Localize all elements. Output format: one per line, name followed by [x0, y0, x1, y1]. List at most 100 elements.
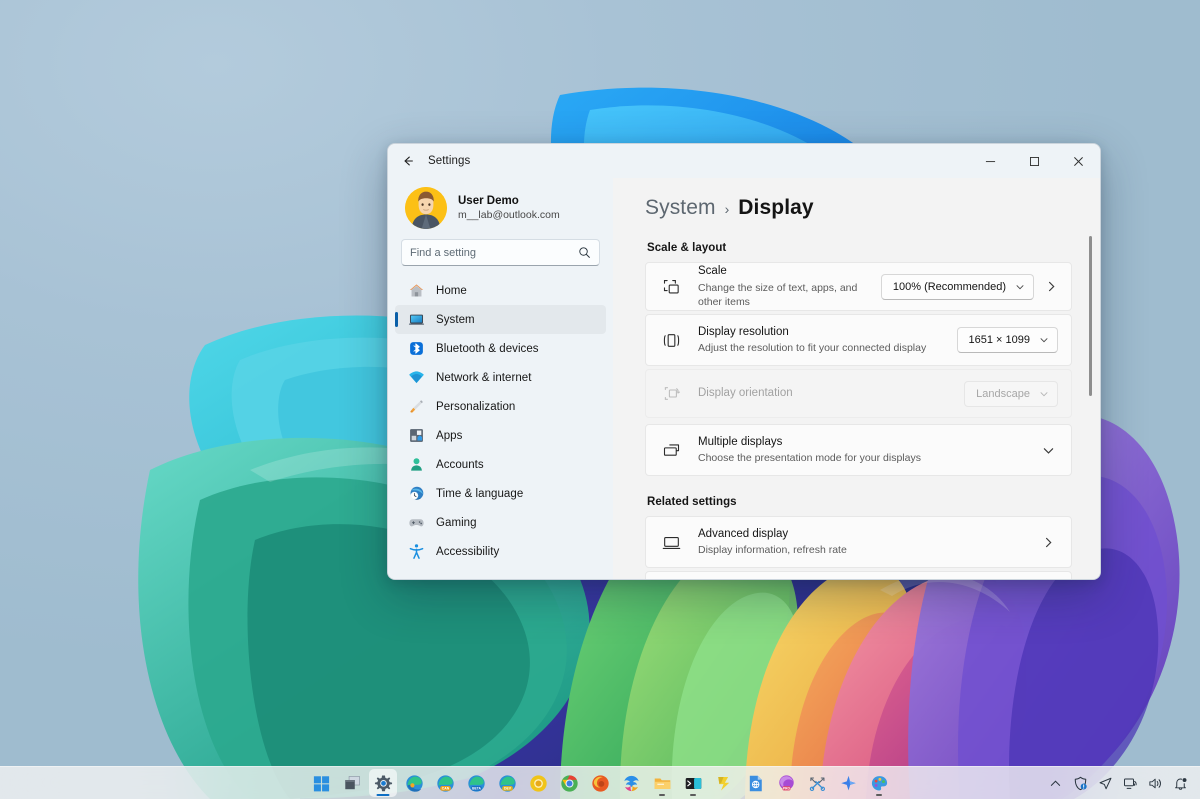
system-tray[interactable]: [1043, 767, 1192, 799]
card-title: Display orientation: [698, 386, 793, 399]
section-title-scale-layout: Scale & layout: [647, 242, 727, 254]
word-document-app[interactable]: [741, 769, 769, 797]
svg-text:DEV: DEV: [503, 786, 511, 790]
card-subtitle: Adjust the resolution to fit your connec…: [698, 342, 927, 355]
task-view-icon: [344, 775, 360, 789]
card-advanced-display[interactable]: Advanced display Display information, re…: [645, 516, 1072, 568]
network-icon: [409, 371, 424, 384]
edge-icon: [405, 774, 423, 792]
chrome-browser[interactable]: [555, 769, 583, 797]
settings-window[interactable]: Settings User Demo m__lab@outlook.com Fi…: [387, 143, 1101, 580]
volume-tray-icon[interactable]: [1143, 770, 1167, 796]
security-shield-icon[interactable]: [1068, 770, 1092, 796]
search-icon: [579, 247, 590, 258]
sidebar-item-system[interactable]: System: [395, 305, 606, 334]
profile-email: m__lab@outlook.com: [458, 209, 560, 222]
copilot-icon: [623, 775, 639, 791]
copilot-app[interactable]: [617, 769, 645, 797]
sidebar-item-bluetooth-devices[interactable]: Bluetooth & devices: [395, 334, 606, 363]
scale-dropdown-value: 100% (Recommended): [892, 280, 1006, 293]
sidebar-item-network-internet[interactable]: Network & internet: [395, 363, 606, 392]
user-profile[interactable]: User Demo m__lab@outlook.com: [394, 178, 607, 239]
sidebar-item-accessibility[interactable]: Accessibility: [395, 537, 606, 566]
settings-app[interactable]: [369, 769, 397, 797]
scale-dropdown[interactable]: 100% (Recommended): [880, 273, 1034, 300]
orientation-icon: [664, 387, 680, 400]
resolution-dropdown[interactable]: 1651 × 1099: [956, 327, 1058, 353]
breadcrumb-parent[interactable]: System: [645, 196, 716, 220]
powershell-ise-icon: [717, 776, 729, 791]
taskbar-app-group[interactable]: CAN BETA DEV PRO: [0, 767, 1200, 799]
folder-icon: [654, 778, 670, 789]
show-hidden-icons-chevron[interactable]: [1043, 770, 1067, 796]
snipping-tool-app[interactable]: [803, 769, 831, 797]
chrome-canary-browser[interactable]: [524, 769, 552, 797]
main-scrollbar[interactable]: [1085, 236, 1096, 573]
chevron-down-icon[interactable]: [1042, 444, 1055, 457]
brush-icon: [410, 400, 423, 413]
file-explorer[interactable]: [648, 769, 676, 797]
search-input[interactable]: [410, 246, 572, 259]
close-icon[interactable]: [1056, 144, 1100, 178]
sidebar-item-personalization[interactable]: Personalization: [395, 392, 606, 421]
pro-app[interactable]: PRO: [772, 769, 800, 797]
terminal-icon: [685, 777, 701, 789]
sidebar-item-label: Bluetooth & devices: [436, 342, 539, 355]
terminal-app[interactable]: [679, 769, 707, 797]
sidebar-item-apps[interactable]: Apps: [395, 421, 606, 450]
start-button[interactable]: [307, 769, 335, 797]
scrollbar-thumb[interactable]: [1089, 236, 1092, 396]
window-title: Settings: [428, 155, 471, 167]
card-subtitle: Change the size of text, apps, and other…: [698, 281, 858, 308]
edge-canary-icon: CAN: [436, 774, 454, 792]
send-feedback-icon[interactable]: [1093, 770, 1117, 796]
minimize-icon[interactable]: [968, 144, 1012, 178]
notification-bell-icon[interactable]: [1168, 770, 1192, 796]
copilot-sparkle-app[interactable]: [834, 769, 862, 797]
card-partial-clipped[interactable]: [645, 571, 1072, 579]
edge-dev-browser[interactable]: DEV: [493, 769, 521, 797]
window-titlebar[interactable]: Settings: [388, 144, 1100, 178]
sparkle-icon: [840, 775, 856, 790]
chevron-down-icon: [1040, 338, 1048, 343]
maximize-icon[interactable]: [1012, 144, 1056, 178]
accessibility-icon: [409, 544, 424, 559]
card-title: Advanced display: [698, 527, 789, 540]
edge-browser[interactable]: [400, 769, 428, 797]
sidebar-item-home[interactable]: Home: [395, 276, 606, 305]
settings-gear-icon: [374, 775, 392, 791]
chevron-right-icon[interactable]: [1045, 280, 1058, 293]
edge-beta-browser[interactable]: BETA: [462, 769, 490, 797]
breadcrumb: System › Display: [645, 196, 1072, 220]
chevron-right-icon[interactable]: [1042, 536, 1055, 549]
orientation-dropdown: Landscape: [964, 380, 1058, 407]
edge-canary-browser[interactable]: CAN: [431, 769, 459, 797]
chrome-canary-icon: [529, 774, 547, 792]
edge-dev-icon: DEV: [498, 774, 516, 792]
sidebar-nav[interactable]: Home System Bluetooth & devices Network …: [394, 276, 607, 566]
network-tray-icon[interactable]: [1118, 770, 1142, 796]
sidebar[interactable]: User Demo m__lab@outlook.com Find a sett…: [388, 178, 613, 579]
section-title-related-settings: Related settings: [647, 496, 737, 508]
card-display-resolution[interactable]: Display resolution Adjust the resolution…: [645, 314, 1072, 366]
main-content[interactable]: System › Display Scale & layout Scale Ch…: [613, 178, 1100, 579]
gamepad-icon: [409, 519, 424, 527]
system-icon: [408, 314, 425, 325]
firefox-browser[interactable]: [586, 769, 614, 797]
card-scale[interactable]: Scale Change the size of text, apps, and…: [645, 262, 1072, 311]
sidebar-item-time-language[interactable]: Time & language: [395, 479, 606, 508]
card-title: Multiple displays: [698, 435, 783, 448]
task-view-button[interactable]: [338, 769, 366, 797]
shield-icon: [1074, 776, 1087, 790]
search-box[interactable]: [401, 239, 600, 266]
paint-app[interactable]: [865, 769, 893, 797]
back-arrow-icon[interactable]: [394, 147, 422, 175]
sidebar-item-accounts[interactable]: Accounts: [395, 450, 606, 479]
apps-icon: [410, 429, 423, 442]
sidebar-item-gaming[interactable]: Gaming: [395, 508, 606, 537]
running-indicator: [659, 793, 665, 796]
taskbar[interactable]: CAN BETA DEV PRO: [0, 766, 1200, 799]
powershell-ise-app[interactable]: [710, 769, 738, 797]
svg-text:PRO: PRO: [783, 786, 790, 790]
card-multiple-displays[interactable]: Multiple displays Choose the presentatio…: [645, 424, 1072, 476]
